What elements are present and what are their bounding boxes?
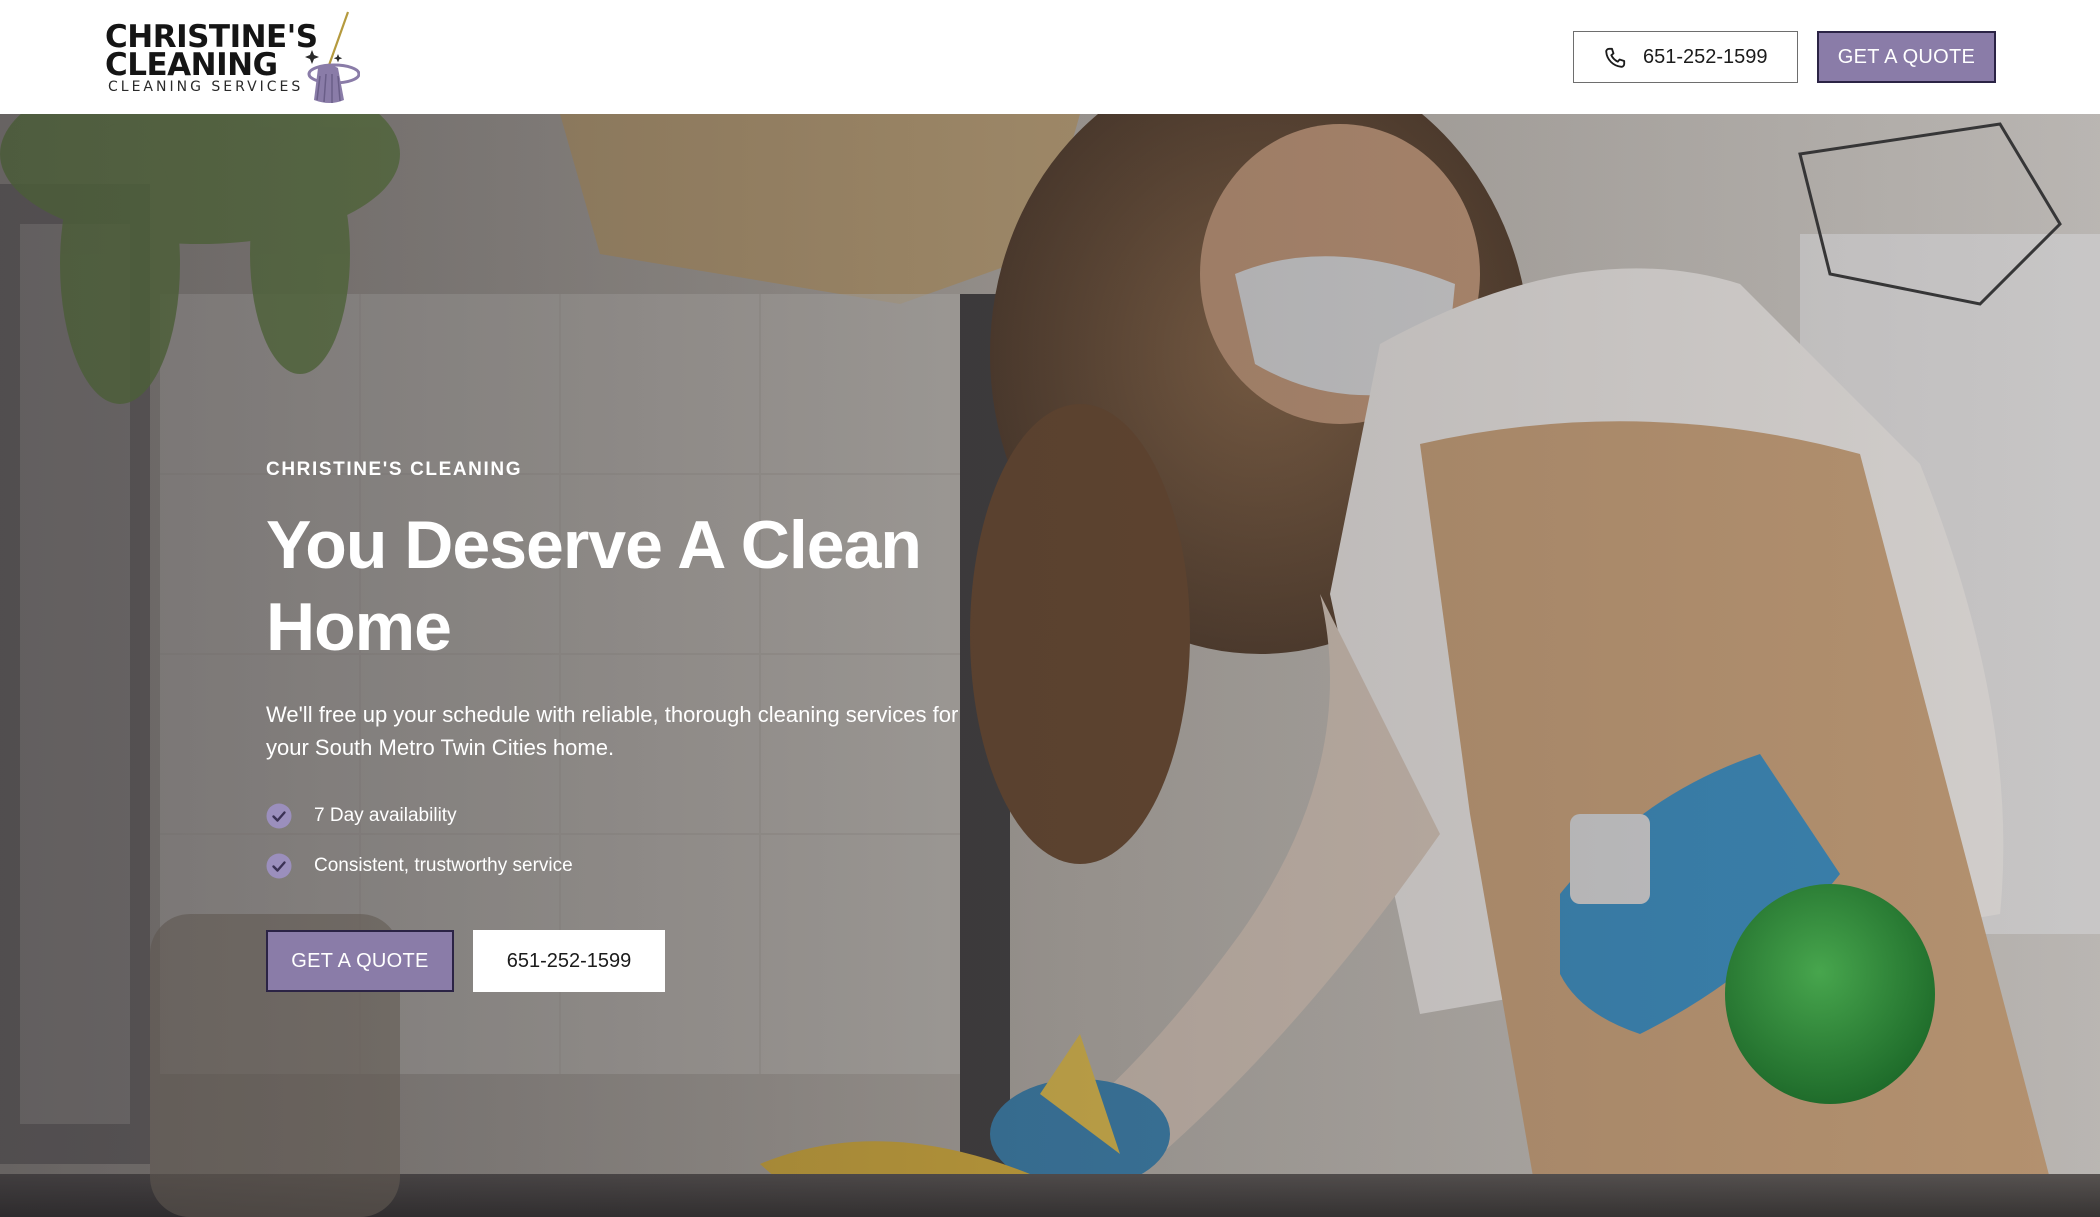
header-phone-button[interactable]: 651-252-1599: [1573, 31, 1798, 83]
site-header: CHRISTINE'S CLEANING CLEANING SERVICES 6…: [0, 0, 2100, 114]
feature-item: 7 Day availability: [266, 803, 457, 829]
hero-subtext: We'll free up your schedule with reliabl…: [266, 702, 959, 760]
feature-label: 7 Day availability: [314, 805, 457, 826]
hero-eyebrow: CHRISTINE'S CLEANING: [266, 459, 523, 480]
phone-icon: [1605, 47, 1626, 68]
check-circle-icon: [266, 803, 292, 829]
check-circle-icon: [266, 853, 292, 879]
hero-section: CHRISTINE'S CLEANING You Deserve A Clean…: [0, 114, 2100, 1217]
header-phone-label: 651-252-1599: [1643, 45, 1768, 68]
brand-logo[interactable]: CHRISTINE'S CLEANING CLEANING SERVICES: [105, 10, 360, 105]
feature-item: Consistent, trustworthy service: [266, 853, 573, 879]
header-get-quote-button[interactable]: GET A QUOTE: [1817, 31, 1996, 83]
hero-phone-button[interactable]: 651-252-1599: [473, 930, 665, 992]
hero-get-quote-button[interactable]: GET A QUOTE: [266, 930, 454, 992]
broom-sparkle-icon: [305, 11, 360, 103]
logo-tagline: CLEANING SERVICES: [108, 79, 304, 95]
feature-label: Consistent, trustworthy service: [314, 855, 573, 876]
hero-headline: You Deserve A Clean Home: [266, 507, 922, 665]
logo-text-line2: CLEANING: [105, 47, 278, 83]
